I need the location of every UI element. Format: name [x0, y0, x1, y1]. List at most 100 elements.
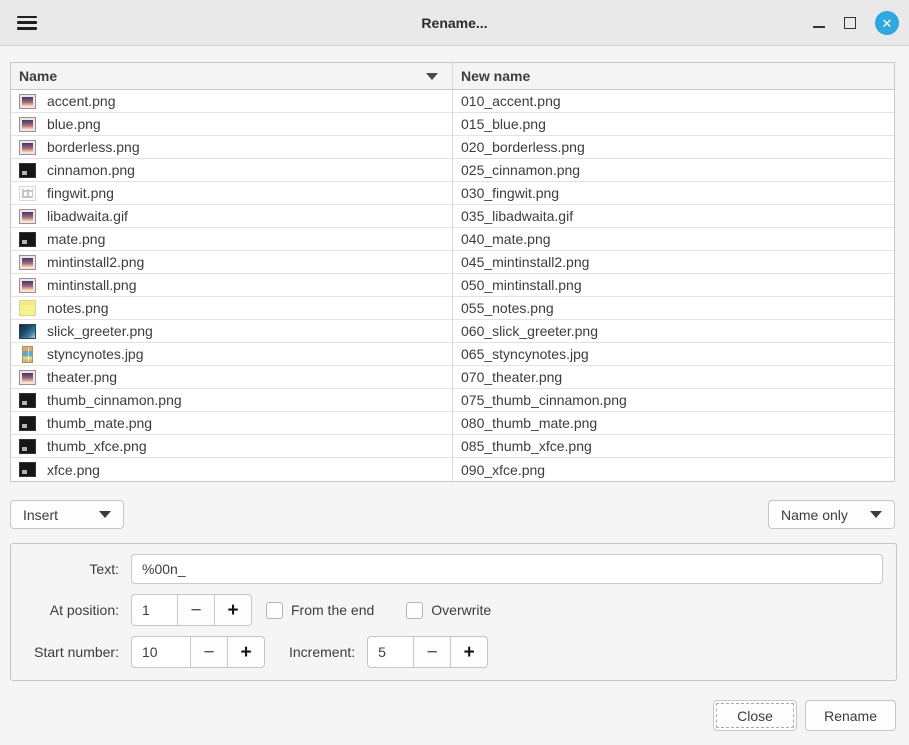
- file-new-name: 035_libadwaita.gif: [461, 208, 573, 224]
- file-new-name: 085_thumb_xfce.png: [461, 438, 592, 454]
- file-new-name: 055_notes.png: [461, 300, 554, 316]
- file-name: fingwit.png: [47, 185, 114, 201]
- file-thumbnail-icon: [19, 300, 36, 316]
- table-row[interactable]: mate.png 040_mate.png: [11, 228, 894, 251]
- file-new-name: 010_accent.png: [461, 93, 561, 109]
- file-name: notes.png: [47, 300, 109, 316]
- file-thumbnail-icon: [19, 209, 36, 224]
- minus-icon[interactable]: −: [414, 636, 451, 668]
- start-number-label: Start number:: [23, 644, 119, 660]
- table-row[interactable]: libadwaita.gif 035_libadwaita.gif: [11, 205, 894, 228]
- column-header-name-label: Name: [19, 68, 57, 84]
- file-new-name: 050_mintinstall.png: [461, 277, 582, 293]
- close-icon[interactable]: ✕: [875, 11, 899, 35]
- plus-icon[interactable]: +: [215, 594, 252, 626]
- at-position-label: At position:: [23, 602, 119, 618]
- table-row[interactable]: accent.png 010_accent.png: [11, 90, 894, 113]
- start-number-spinner: − +: [131, 636, 265, 668]
- file-thumbnail-icon: [19, 278, 36, 293]
- table-row[interactable]: blue.png 015_blue.png: [11, 113, 894, 136]
- file-new-name: 025_cinnamon.png: [461, 162, 580, 178]
- file-new-name: 075_thumb_cinnamon.png: [461, 392, 627, 408]
- checkbox-icon: [406, 602, 423, 619]
- table-row[interactable]: borderless.png 020_borderless.png: [11, 136, 894, 159]
- minus-icon[interactable]: −: [178, 594, 215, 626]
- table-row[interactable]: slick_greeter.png 060_slick_greeter.png: [11, 320, 894, 343]
- file-thumbnail-icon: [19, 462, 36, 477]
- file-thumbnail-icon: [19, 255, 36, 270]
- file-name: mate.png: [47, 231, 105, 247]
- close-button[interactable]: Close: [713, 700, 797, 731]
- file-name: blue.png: [47, 116, 101, 132]
- file-thumbnail-icon: [19, 324, 36, 339]
- table-row[interactable]: thumb_xfce.png 085_thumb_xfce.png: [11, 435, 894, 458]
- from-the-end-checkbox[interactable]: From the end: [266, 602, 374, 619]
- file-name: styncynotes.jpg: [47, 346, 144, 362]
- titlebar: Rename... ✕: [0, 0, 909, 46]
- column-header-new-name[interactable]: New name: [453, 63, 894, 89]
- overwrite-checkbox[interactable]: Overwrite: [406, 602, 491, 619]
- file-thumbnail-icon: [19, 163, 36, 178]
- table-row[interactable]: notes.png 055_notes.png: [11, 297, 894, 320]
- table-row[interactable]: cinnamon.png 025_cinnamon.png: [11, 159, 894, 182]
- file-new-name: 020_borderless.png: [461, 139, 585, 155]
- file-name: thumb_cinnamon.png: [47, 392, 182, 408]
- table-row[interactable]: mintinstall.png 050_mintinstall.png: [11, 274, 894, 297]
- file-name: borderless.png: [47, 139, 140, 155]
- chevron-down-icon: [99, 511, 111, 518]
- table-row[interactable]: styncynotes.jpg 065_styncynotes.jpg: [11, 343, 894, 366]
- minimize-icon[interactable]: [813, 26, 825, 28]
- text-label: Text:: [23, 561, 119, 577]
- start-number-input[interactable]: [131, 636, 191, 668]
- file-thumbnail-icon: [19, 416, 36, 431]
- file-name: thumb_mate.png: [47, 415, 152, 431]
- increment-label: Increment:: [289, 644, 355, 660]
- file-new-name: 080_thumb_mate.png: [461, 415, 597, 431]
- file-name: libadwaita.gif: [47, 208, 128, 224]
- maximize-icon[interactable]: [844, 17, 856, 29]
- checkbox-icon: [266, 602, 283, 619]
- table-row[interactable]: fingwit.png 030_fingwit.png: [11, 182, 894, 205]
- file-new-name: 045_mintinstall2.png: [461, 254, 589, 270]
- file-new-name: 030_fingwit.png: [461, 185, 559, 201]
- file-thumbnail-icon: [19, 140, 36, 155]
- insert-options-panel: Text: At position: − + From the end Over…: [10, 543, 897, 681]
- insert-mode-dropdown[interactable]: Insert: [10, 500, 124, 529]
- file-new-name: 015_blue.png: [461, 116, 546, 132]
- file-thumbnail-icon: [19, 370, 36, 385]
- file-thumbnail-icon: [22, 346, 33, 363]
- file-thumbnail-icon: [19, 439, 36, 454]
- file-name: theater.png: [47, 369, 117, 385]
- from-the-end-label: From the end: [291, 602, 374, 618]
- table-row[interactable]: thumb_mate.png 080_thumb_mate.png: [11, 412, 894, 435]
- menu-icon[interactable]: [17, 16, 37, 30]
- table-row[interactable]: mintinstall2.png 045_mintinstall2.png: [11, 251, 894, 274]
- plus-icon[interactable]: +: [451, 636, 488, 668]
- file-thumbnail-icon: [19, 232, 36, 247]
- column-header-name[interactable]: Name: [11, 63, 453, 89]
- rename-button[interactable]: Rename: [805, 700, 896, 731]
- file-name: mintinstall2.png: [47, 254, 144, 270]
- minus-icon[interactable]: −: [191, 636, 228, 668]
- file-new-name: 090_xfce.png: [461, 462, 545, 478]
- table-header: Name New name: [11, 63, 894, 90]
- file-new-name: 040_mate.png: [461, 231, 551, 247]
- table-row[interactable]: theater.png 070_theater.png: [11, 366, 894, 389]
- increment-input[interactable]: [367, 636, 414, 668]
- at-position-input[interactable]: [131, 594, 178, 626]
- file-name: cinnamon.png: [47, 162, 135, 178]
- rename-preview-table: Name New name accent.png 010_accent.png …: [10, 62, 895, 482]
- text-input[interactable]: [131, 554, 883, 584]
- file-thumbnail-icon: [19, 186, 36, 201]
- file-thumbnail-icon: [19, 393, 36, 408]
- table-row[interactable]: thumb_cinnamon.png 075_thumb_cinnamon.pn…: [11, 389, 894, 412]
- file-name: mintinstall.png: [47, 277, 137, 293]
- plus-icon[interactable]: +: [228, 636, 265, 668]
- file-thumbnail-icon: [19, 117, 36, 132]
- file-new-name: 070_theater.png: [461, 369, 562, 385]
- scope-dropdown[interactable]: Name only: [768, 500, 895, 529]
- file-new-name: 060_slick_greeter.png: [461, 323, 598, 339]
- file-name: accent.png: [47, 93, 116, 109]
- sort-descending-icon: [426, 73, 438, 80]
- table-row[interactable]: xfce.png 090_xfce.png: [11, 458, 894, 481]
